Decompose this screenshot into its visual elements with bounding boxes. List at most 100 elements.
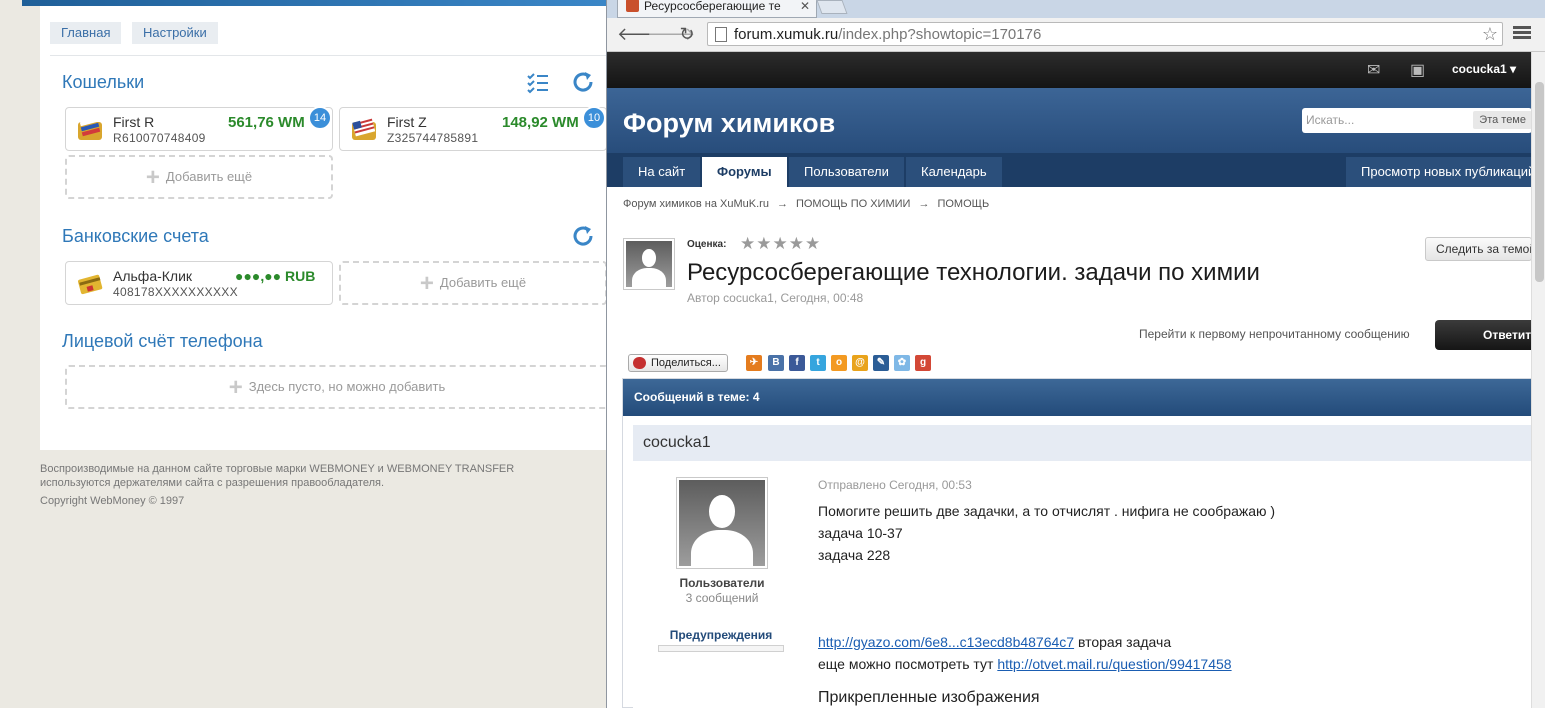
odnoklassniki-icon[interactable]: o xyxy=(831,355,847,371)
twitter-icon[interactable]: t xyxy=(810,355,826,371)
vk-icon[interactable]: B xyxy=(768,355,784,371)
bank-card-icon xyxy=(76,270,104,298)
post-body: Пользователи 3 сообщений Предупреждения … xyxy=(633,461,1533,708)
rating-label: Оценка: xyxy=(687,239,727,250)
avatar-silhouette-icon xyxy=(626,241,672,287)
wallet-card-z[interactable]: First Z Z325744785891 148,92 WM xyxy=(339,107,607,151)
refresh-icon[interactable] xyxy=(571,224,595,248)
bank-card-alfa[interactable]: Альфа-Клик 408178XXXXXXXXXX ●●●,●● RUB xyxy=(65,261,333,305)
share-label: Поделиться... xyxy=(651,357,721,369)
nav-settings-button[interactable]: Настройки xyxy=(132,22,218,44)
scrollbar[interactable] xyxy=(1531,52,1545,708)
user-menu[interactable]: cocucka1 ▾ xyxy=(1452,62,1516,76)
warnings-label: Предупреждения xyxy=(669,628,773,642)
bank-accounts-title: Банковские счета xyxy=(62,226,209,246)
checklist-icon[interactable] xyxy=(526,70,550,94)
close-tab-icon[interactable]: ✕ xyxy=(800,0,810,14)
add-bank-button[interactable]: + Добавить ещё xyxy=(339,261,607,305)
liveinternet-icon[interactable]: ✿ xyxy=(894,355,910,371)
tab-users[interactable]: Пользователи xyxy=(789,157,904,187)
nav-home-button[interactable]: Главная xyxy=(50,22,122,44)
forum-logo[interactable]: Форум химиков xyxy=(623,108,835,139)
wallet-number: Z325744785891 xyxy=(387,131,479,145)
reply-button[interactable]: Ответить xyxy=(1435,320,1532,350)
post-text-line: http://gyazo.com/6e8...c13ecd8b48764c7 в… xyxy=(818,634,1171,650)
wallet-balance: 148,92 WM xyxy=(502,114,579,131)
tab-forums[interactable]: Форумы xyxy=(702,157,787,187)
webmoney-panel: Главная Настройки Кошельки First R R6100… xyxy=(40,6,609,450)
bank-balance-hidden: ●●●,●● RUB xyxy=(235,268,316,284)
mailru-icon[interactable]: @ xyxy=(852,355,868,371)
view-new-posts-link[interactable]: Просмотр новых публикаций xyxy=(1346,157,1532,187)
attachments-heading: Прикрепленные изображения xyxy=(818,689,1040,706)
tab-calendar[interactable]: Календарь xyxy=(906,157,1002,187)
chevron-down-icon: ▾ xyxy=(1510,62,1517,76)
footer-trademark-line: Воспроизводимые на данном сайте торговые… xyxy=(40,463,515,475)
forum-user-bar: ✉ ▣ cocucka1 ▾ xyxy=(607,52,1532,88)
wallet-number: R610070748409 xyxy=(113,131,206,145)
add-wallet-button[interactable]: + Добавить ещё xyxy=(65,155,333,199)
breadcrumb-item[interactable]: ПОМОЩЬ xyxy=(937,198,989,210)
empty-phone-label: Здесь пусто, но можно добавить xyxy=(248,379,446,394)
webmoney-window: Главная Настройки Кошельки First R R6100… xyxy=(0,0,609,708)
post-author-name[interactable]: cocucka1 xyxy=(643,434,711,452)
plus-icon: + xyxy=(228,373,243,401)
usa-flag-icon xyxy=(350,116,378,144)
browser-toolbar: 🡐 🡒 ↻ forum.xumuk.ru/index.php?showtopic… xyxy=(607,18,1545,52)
messages-icon[interactable]: ✉ xyxy=(1367,60,1380,80)
back-arrow-icon[interactable]: 🡐 xyxy=(617,23,665,45)
forum-nav: На сайт Форумы Пользователи Календарь Пр… xyxy=(607,153,1532,187)
bank-account-number: 408178XXXXXXXXXX xyxy=(113,285,238,299)
russia-flag-icon xyxy=(76,116,104,144)
wallet-card-r[interactable]: First R R610070748409 561,76 WM xyxy=(65,107,333,151)
search-input[interactable]: Искать... Эта теме xyxy=(1302,108,1532,133)
bank-name: Альфа-Клик xyxy=(113,268,193,284)
post-author-avatar[interactable] xyxy=(676,477,768,569)
reload-icon[interactable]: ↻ xyxy=(676,23,698,45)
new-tab-button[interactable] xyxy=(816,0,848,14)
scrollbar-thumb[interactable] xyxy=(1535,82,1544,282)
follow-topic-button[interactable]: Следить за темой xyxy=(1425,237,1532,261)
forward-arrow-icon[interactable]: 🡒 xyxy=(647,23,695,45)
search-placeholder: Искать... xyxy=(1306,113,1355,127)
breadcrumb-item[interactable]: ПОМОЩЬ ПО ХИМИИ xyxy=(796,198,911,210)
bookmark-star-icon[interactable]: ☆ xyxy=(1482,24,1498,45)
otvet-link[interactable]: http://otvet.mail.ru/question/99417458 xyxy=(997,656,1231,672)
post-text-line: задача 10-37 xyxy=(818,525,903,541)
avatar-silhouette-icon xyxy=(679,480,765,566)
first-unread-link[interactable]: Перейти к первому непрочитанному сообщен… xyxy=(1139,327,1410,341)
tab-site[interactable]: На сайт xyxy=(623,157,701,187)
add-wallet-label: Добавить ещё xyxy=(165,169,253,184)
share-button[interactable]: Поделиться... xyxy=(628,354,728,372)
breadcrumb-item[interactable]: Форум химиков на XuMuK.ru xyxy=(623,198,769,210)
add-phone-button[interactable]: + Здесь пусто, но можно добавить xyxy=(65,365,609,409)
forum-header: Форум химиков Искать... Эта теме На сайт… xyxy=(607,88,1532,187)
post-author-group: Пользователи xyxy=(679,576,765,590)
warnings-bar xyxy=(658,645,784,652)
wallet-name: First R xyxy=(113,114,155,130)
browser-tab[interactable]: Ресурсосберегающие те ✕ xyxy=(617,0,817,18)
address-bar[interactable]: forum.xumuk.ru/index.php?showtopic=17017… xyxy=(707,22,1503,46)
browser-window: Ресурсосберегающие те ✕ 🡐 🡒 ↻ forum.xumu… xyxy=(606,0,1545,708)
plus-icon: + xyxy=(419,269,434,297)
refresh-icon[interactable] xyxy=(571,70,595,94)
wallet-notification-badge: 10 xyxy=(582,106,606,130)
notifications-icon[interactable]: ▣ xyxy=(1410,60,1425,80)
wallet-balance: 561,76 WM xyxy=(228,114,305,131)
google-plus-icon[interactable]: g xyxy=(915,355,931,371)
gyazo-link[interactable]: http://gyazo.com/6e8...c13ecd8b48764c7 xyxy=(818,634,1074,650)
menu-icon[interactable] xyxy=(1513,24,1531,42)
livejournal-icon[interactable]: ✎ xyxy=(873,355,889,371)
search-scope-selector[interactable]: Эта теме xyxy=(1473,111,1532,129)
add-bank-label: Добавить ещё xyxy=(439,275,527,290)
post-text-more: еще можно посмотреть тут xyxy=(818,656,998,672)
arrow-right-icon: → xyxy=(918,198,930,210)
share-icon xyxy=(633,357,646,369)
facebook-icon[interactable]: f xyxy=(789,355,805,371)
wallet-name: First Z xyxy=(387,114,427,130)
wallets-title: Кошельки xyxy=(62,72,145,92)
rating-stars[interactable]: ★★★★★ xyxy=(740,234,821,254)
person-icon[interactable]: ✈ xyxy=(746,355,762,371)
plus-icon: + xyxy=(145,163,160,191)
topic-author-avatar[interactable] xyxy=(623,238,675,290)
